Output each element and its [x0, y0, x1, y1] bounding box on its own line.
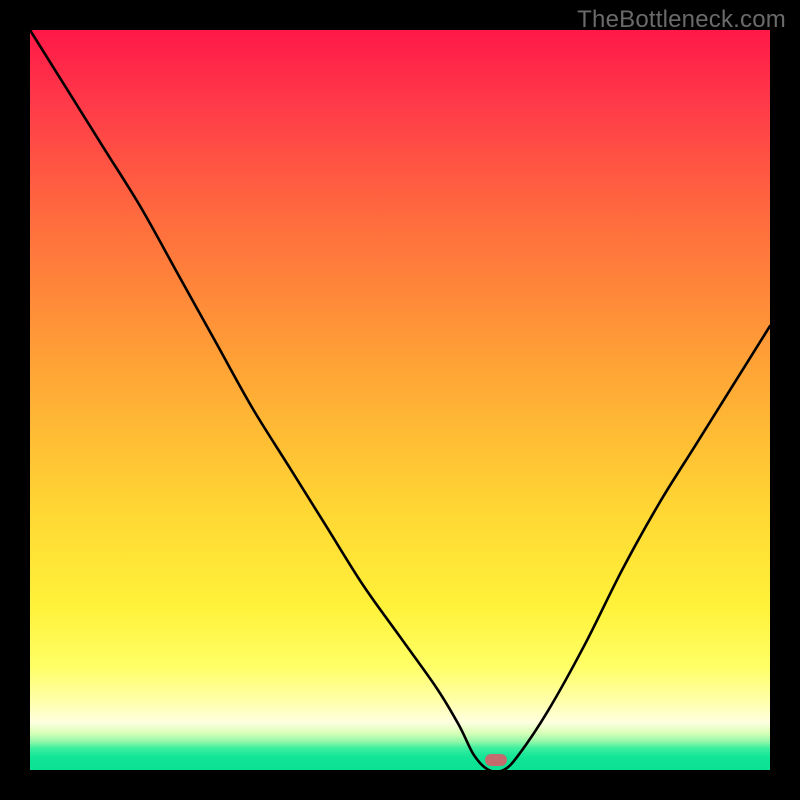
chart-stage: TheBottleneck.com — [0, 0, 800, 800]
plot-area — [30, 30, 770, 770]
optimum-marker — [485, 754, 507, 766]
bottleneck-curve — [30, 30, 770, 770]
curve-path — [30, 30, 770, 770]
watermark-text: TheBottleneck.com — [577, 6, 786, 34]
